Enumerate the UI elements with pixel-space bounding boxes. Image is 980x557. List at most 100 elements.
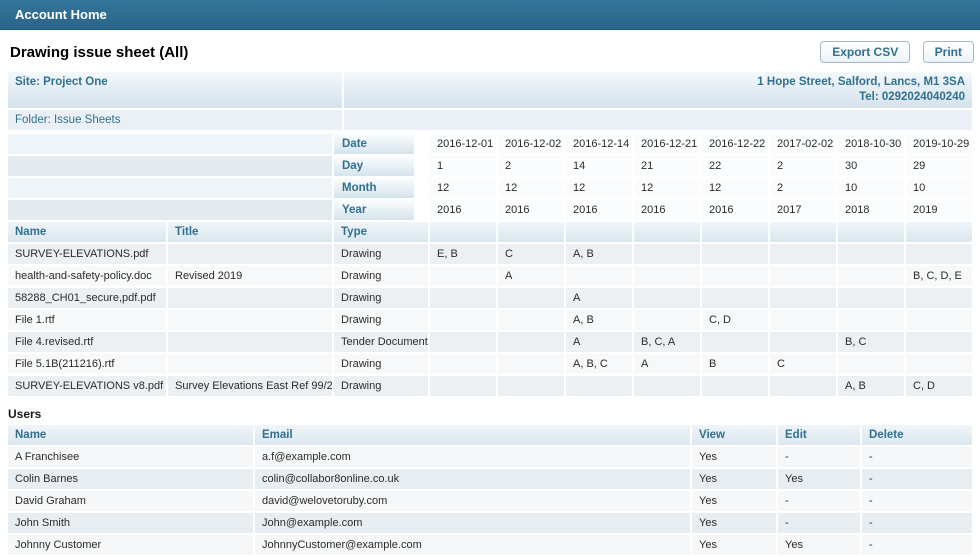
file-name-cell: health-and-safety-policy.doc: [8, 266, 166, 286]
user-row: David Grahamdavid@welovetoruby.comYes--: [8, 491, 972, 511]
revision-cell: [634, 266, 700, 286]
user-delete-cell: -: [862, 513, 972, 533]
column-header-empty: [906, 222, 972, 242]
revision-cell: [838, 354, 904, 374]
revision-cell: [838, 266, 904, 286]
user-row: John SmithJohn@example.comYes--: [8, 513, 972, 533]
date-row-label-text: Day: [334, 156, 414, 176]
file-type-cell: Drawing: [334, 354, 428, 374]
revision-cell: [498, 376, 564, 396]
revision-cell: [430, 376, 496, 396]
file-title-cell: [168, 332, 332, 352]
file-type-cell: Drawing: [334, 244, 428, 264]
user-name-cell: Colin Barnes: [8, 469, 253, 489]
user-name-cell: David Graham: [8, 491, 253, 511]
user-delete-cell: -: [862, 535, 972, 555]
date-meta-row: Date2016-12-012016-12-022016-12-142016-1…: [8, 134, 972, 154]
revision-cell: C: [498, 244, 564, 264]
revision-cell: [906, 332, 972, 352]
date-value-cell: 12: [634, 178, 700, 198]
file-type-cell: Tender Document: [334, 332, 428, 352]
date-value-cell: 2019: [906, 200, 972, 220]
date-value-cell: 12: [702, 178, 768, 198]
site-row: Site: Project One 1 Hope Street, Salford…: [8, 72, 972, 108]
file-title-cell: [168, 354, 332, 374]
date-row-spacer: [8, 200, 332, 220]
folder-name: Folder: Issue Sheets: [8, 110, 342, 130]
site-info-table: Site: Project One 1 Hope Street, Salford…: [6, 70, 974, 132]
export-csv-button[interactable]: Export CSV: [820, 41, 910, 63]
date-row-spacer: [8, 178, 332, 198]
revision-cell: [430, 288, 496, 308]
revision-cell: [838, 310, 904, 330]
revision-cell: [770, 266, 836, 286]
user-row: A Franchiseea.f@example.comYes--: [8, 447, 972, 467]
date-meta-row: Day1214212223029: [8, 156, 972, 176]
revision-cell: [498, 310, 564, 330]
revision-cell: B, C, A: [634, 332, 700, 352]
date-value-cell: 2016: [498, 200, 564, 220]
revision-cell: [634, 310, 700, 330]
address-line: 1 Hope Street, Salford, Lancs, M1 3SA: [351, 75, 965, 90]
user-delete-cell: -: [862, 469, 972, 489]
date-value-cell: 29: [906, 156, 972, 176]
column-header-empty: [770, 222, 836, 242]
file-row: SURVEY-ELEVATIONS v8.pdfSurvey Elevation…: [8, 376, 972, 396]
user-row: Johnny CustomerJohnnyCustomer@example.co…: [8, 535, 972, 555]
header-actions: Export CSV Print: [812, 41, 974, 63]
top-nav-bar: Account Home: [0, 0, 980, 30]
date-row-label-text: Date: [334, 134, 414, 154]
date-value-cell: 2016: [702, 200, 768, 220]
revision-cell: B, C, D, E: [906, 266, 972, 286]
date-value-cell: 2016-12-01: [430, 134, 496, 154]
users-column-header-edit: Edit: [778, 425, 860, 445]
revision-cell: [634, 376, 700, 396]
file-row: SURVEY-ELEVATIONS.pdfDrawingE, BCA, B: [8, 244, 972, 264]
date-value-cell: 2017-02-02: [770, 134, 836, 154]
users-heading: Users: [8, 407, 972, 421]
date-value-cell: 10: [838, 178, 904, 198]
date-value-cell: 12: [430, 178, 496, 198]
column-header-empty: [566, 222, 632, 242]
revision-cell: [770, 310, 836, 330]
file-row: 58288_CH01_secure,pdf.pdfDrawingA: [8, 288, 972, 308]
print-button[interactable]: Print: [923, 41, 974, 63]
site-name: Site: Project One: [8, 72, 342, 108]
file-title-cell: [168, 310, 332, 330]
revision-cell: A, B: [566, 244, 632, 264]
user-name-cell: Johnny Customer: [8, 535, 253, 555]
date-value-cell: 2: [498, 156, 564, 176]
date-value-cell: 12: [566, 178, 632, 198]
users-header-row: NameEmailViewEditDelete: [8, 425, 972, 445]
date-row-label: Month: [334, 178, 428, 198]
user-email-cell: John@example.com: [255, 513, 690, 533]
date-value-cell: 2018-10-30: [838, 134, 904, 154]
site-address: 1 Hope Street, Salford, Lancs, M1 3SA Te…: [344, 72, 972, 108]
user-view-cell: Yes: [692, 513, 776, 533]
date-value-cell: 2016: [430, 200, 496, 220]
users-rows: A Franchiseea.f@example.comYes--Colin Ba…: [8, 447, 972, 555]
file-type-cell: Drawing: [334, 376, 428, 396]
revision-cell: [770, 244, 836, 264]
revision-cell: [430, 310, 496, 330]
file-rows: SURVEY-ELEVATIONS.pdfDrawingE, BCA, Bhea…: [8, 244, 972, 396]
folder-row: Folder: Issue Sheets: [8, 110, 972, 130]
date-value-cell: 12: [498, 178, 564, 198]
revision-cell: [906, 244, 972, 264]
date-value-cell: 30: [838, 156, 904, 176]
date-value-cell: 1: [430, 156, 496, 176]
folder-row-spacer: [344, 110, 972, 130]
nav-account-home-link[interactable]: Account Home: [15, 7, 107, 22]
column-header-title: Title: [168, 222, 332, 242]
date-row-label: Year: [334, 200, 428, 220]
revision-cell: A, B: [838, 376, 904, 396]
revision-cell: A: [566, 288, 632, 308]
user-edit-cell: -: [778, 513, 860, 533]
address-tel: Tel: 0292024040240: [351, 90, 965, 105]
user-view-cell: Yes: [692, 491, 776, 511]
file-type-cell: Drawing: [334, 288, 428, 308]
date-value-cell: 2016-12-22: [702, 134, 768, 154]
date-value-cell: 2016-12-14: [566, 134, 632, 154]
user-view-cell: Yes: [692, 535, 776, 555]
user-row: Colin Barnescolin@collabor8online.co.ukY…: [8, 469, 972, 489]
